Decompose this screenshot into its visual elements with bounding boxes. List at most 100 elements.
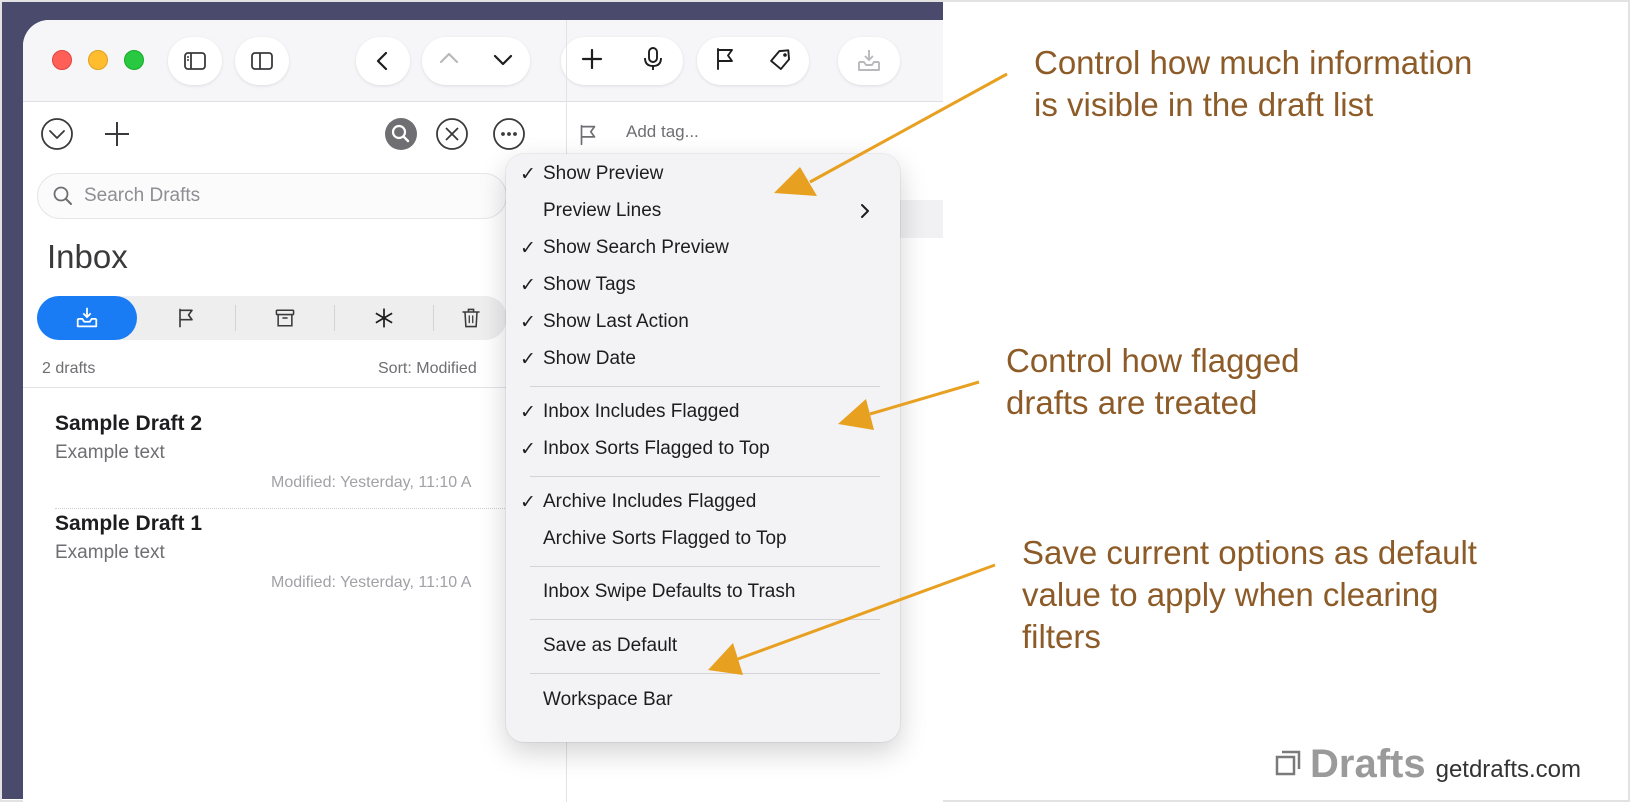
tab-archive[interactable] xyxy=(236,296,334,340)
menu-item-label: Show Search Preview xyxy=(543,237,729,258)
toggle-list-button[interactable] xyxy=(235,37,289,85)
menu-item-label: Show Date xyxy=(543,348,636,369)
annotation-defaults: Save current options as default value to… xyxy=(1022,532,1477,658)
clear-filters-button[interactable] xyxy=(434,116,470,152)
draft-count: 2 drafts xyxy=(42,360,96,377)
list-item[interactable]: Sample Draft 1 Example text Modified: Ye… xyxy=(55,512,535,592)
list-divider xyxy=(23,387,543,388)
menu-item-label: Inbox Includes Flagged xyxy=(543,401,740,422)
list-options-button[interactable] xyxy=(491,116,527,152)
ellipsis-icon xyxy=(493,118,525,150)
menu-item-show-date[interactable]: ✓ Show Date xyxy=(506,342,900,376)
circle-x-icon xyxy=(436,118,468,150)
menu-item-preview-lines[interactable]: Preview Lines xyxy=(506,194,900,228)
inbox-icon xyxy=(76,307,98,328)
magnifier-icon xyxy=(53,186,72,205)
tab-trash[interactable] xyxy=(434,296,507,340)
checkmark: ✓ xyxy=(520,491,536,513)
menu-item-inbox-includes-flagged[interactable]: ✓ Inbox Includes Flagged xyxy=(506,395,900,429)
back-button[interactable] xyxy=(356,37,410,85)
annotation-line: Save current options as default xyxy=(1022,534,1477,571)
menu-item-save-as-default[interactable]: Save as Default xyxy=(506,629,900,663)
menu-item-label: Show Last Action xyxy=(543,311,689,332)
move-to-inbox-button[interactable] xyxy=(838,37,900,85)
list-item[interactable]: Sample Draft 2 Example text Modified: Ye… xyxy=(55,412,535,492)
flag-draft-button[interactable] xyxy=(711,45,739,78)
menu-item-label: Workspace Bar xyxy=(543,689,673,710)
menu-item-label: Show Tags xyxy=(543,274,636,295)
create-control xyxy=(561,37,683,85)
annotation-info: Control how much information is visible … xyxy=(1034,42,1472,126)
draft-title: Sample Draft 2 xyxy=(55,412,203,435)
list-item-divider xyxy=(55,508,515,509)
chevron-down-icon xyxy=(493,54,513,65)
menu-item-workspace-bar[interactable]: Workspace Bar xyxy=(506,683,900,717)
toggle-sidebar-button[interactable] xyxy=(168,37,222,85)
brand-footer: Drafts getdrafts.com xyxy=(1274,742,1581,787)
trash-icon xyxy=(461,308,480,328)
folder-segmented-control xyxy=(37,296,507,340)
menu-item-show-tags[interactable]: ✓ Show Tags xyxy=(506,268,900,302)
menu-item-label: Show Preview xyxy=(543,163,664,184)
circle-chevron-down-icon xyxy=(41,118,73,150)
zoom-window-button[interactable] xyxy=(124,50,144,70)
flag-tag-control xyxy=(697,37,809,85)
menu-item-archive-includes-flagged[interactable]: ✓ Archive Includes Flagged xyxy=(506,485,900,519)
menu-separator xyxy=(530,476,880,477)
chevron-up-icon xyxy=(439,52,459,63)
menu-item-show-last-action[interactable]: ✓ Show Last Action xyxy=(506,305,900,339)
editor-flag-button[interactable] xyxy=(575,122,601,153)
annotation-line: Control how much information xyxy=(1034,44,1473,81)
tab-all[interactable] xyxy=(335,296,433,340)
tab-inbox[interactable] xyxy=(37,296,137,340)
close-window-button[interactable] xyxy=(52,50,72,70)
microphone-icon xyxy=(643,46,662,70)
minimize-window-button[interactable] xyxy=(88,50,108,70)
annotation-line: is visible in the draft list xyxy=(1034,86,1374,123)
checkmark: ✓ xyxy=(520,274,536,296)
draft-preview: Example text xyxy=(55,442,165,463)
search-toggle-button[interactable] xyxy=(383,116,419,152)
list-title: Inbox xyxy=(47,238,128,275)
tab-flagged[interactable] xyxy=(137,296,235,340)
checkmark: ✓ xyxy=(520,348,536,370)
brand-name: Drafts xyxy=(1310,742,1426,786)
menu-item-label: Inbox Swipe Defaults to Trash xyxy=(543,581,796,602)
list-options-menu: ✓ Show Preview Preview Lines ✓ Show Sear… xyxy=(506,154,900,742)
asterisk-icon xyxy=(375,308,393,328)
menu-item-label: Inbox Sorts Flagged to Top xyxy=(543,438,770,459)
menu-item-archive-sorts-flagged-to-top[interactable]: Archive Sorts Flagged to Top xyxy=(506,522,900,556)
filter-menu-button[interactable] xyxy=(39,116,75,152)
menu-separator xyxy=(530,386,880,387)
drafts-logo-icon xyxy=(1275,750,1301,776)
menu-separator xyxy=(530,566,880,567)
plus-icon xyxy=(581,48,602,69)
chevron-right-icon xyxy=(861,204,869,218)
sort-button[interactable]: Sort: Modified xyxy=(378,360,477,378)
menu-item-show-search-preview[interactable]: ✓ Show Search Preview xyxy=(506,231,900,265)
menu-item-show-preview[interactable]: ✓ Show Preview xyxy=(506,157,900,191)
annotation-line: filters xyxy=(1022,618,1101,655)
panel-icon xyxy=(251,52,273,70)
chevron-left-icon xyxy=(376,51,388,71)
add-tag-field[interactable]: Add tag... xyxy=(626,122,699,142)
search-filled-icon xyxy=(385,118,417,150)
menu-item-label: Archive Sorts Flagged to Top xyxy=(543,528,787,549)
checkmark: ✓ xyxy=(520,237,536,259)
menu-item-inbox-swipe-defaults-to-trash[interactable]: Inbox Swipe Defaults to Trash xyxy=(506,575,900,609)
annotation-flagged: Control how flagged drafts are treated xyxy=(1006,340,1300,424)
new-draft-button[interactable] xyxy=(578,45,606,78)
checkmark: ✓ xyxy=(520,163,536,185)
flag-icon xyxy=(717,47,733,70)
search-field[interactable]: Search Drafts xyxy=(37,173,507,219)
toolbar xyxy=(23,20,943,102)
tray-import-icon xyxy=(858,50,880,71)
menu-separator xyxy=(530,673,880,674)
dictate-button[interactable] xyxy=(639,45,667,78)
menu-item-inbox-sorts-flagged-to-top[interactable]: ✓ Inbox Sorts Flagged to Top xyxy=(506,432,900,466)
add-draft-button[interactable] xyxy=(99,116,135,152)
previous-draft-button[interactable] xyxy=(435,45,463,78)
next-draft-button[interactable] xyxy=(489,45,517,78)
draft-title: Sample Draft 1 xyxy=(55,512,203,535)
tag-draft-button[interactable] xyxy=(767,45,795,78)
